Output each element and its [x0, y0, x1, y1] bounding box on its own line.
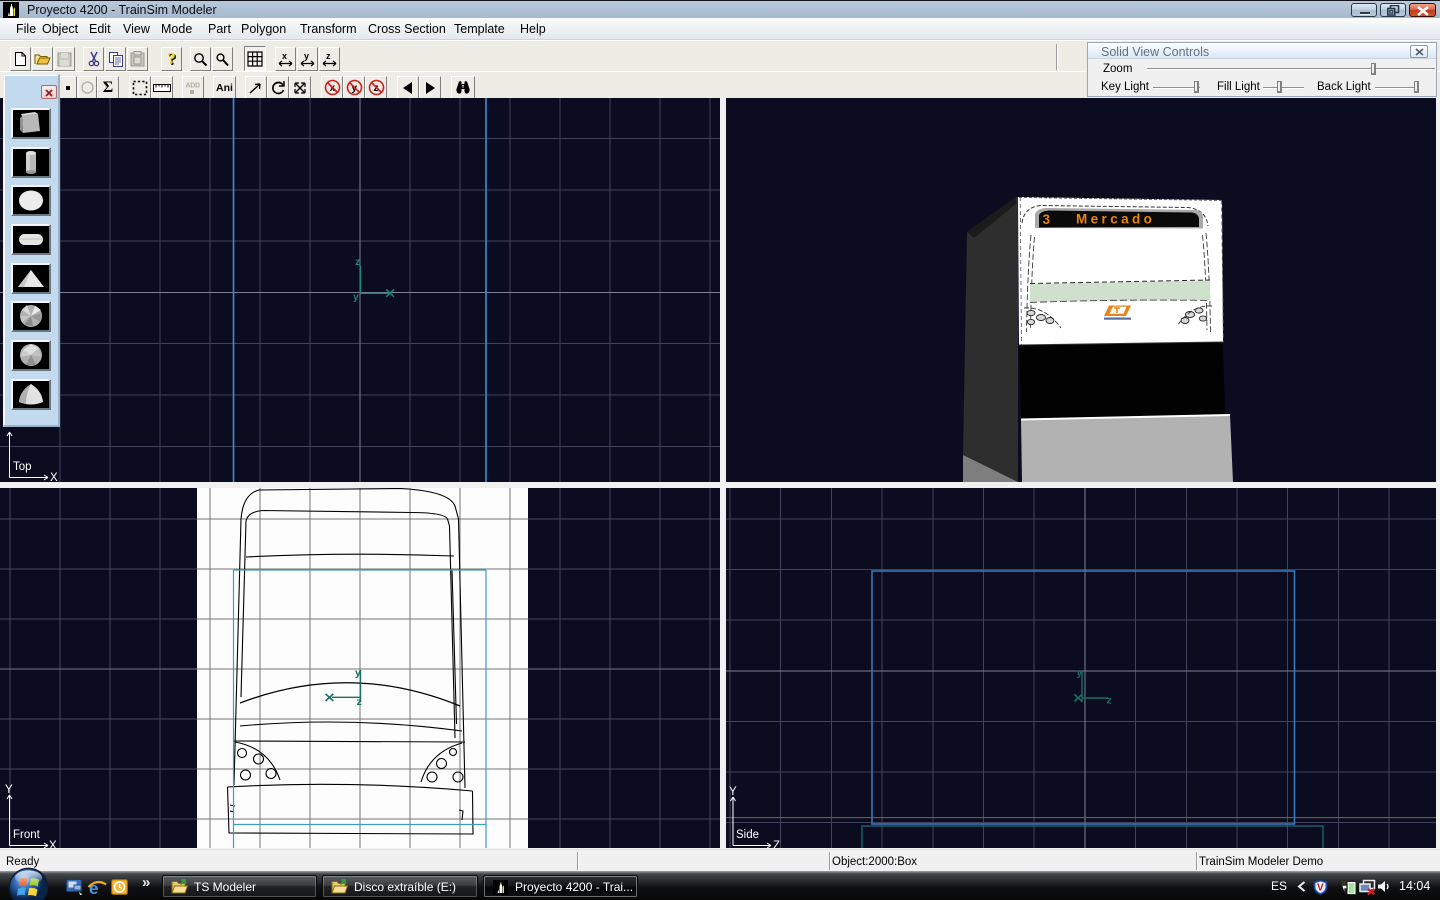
svg-text:Mercado: Mercado [1076, 212, 1155, 227]
svg-text:3: 3 [1043, 212, 1051, 227]
svg-text:X: X [50, 472, 58, 484]
svg-text:ADD: ADD [186, 82, 201, 89]
svg-text:Side: Side [736, 829, 759, 841]
svg-text:y: y [304, 51, 309, 61]
svg-text:V: V [1317, 883, 1324, 894]
svg-text:z: z [355, 256, 360, 268]
svg-text:z: z [357, 696, 362, 708]
svg-text:z: z [1107, 695, 1112, 707]
svg-text:Top: Top [13, 461, 32, 473]
svg-text:Y: Y [729, 786, 737, 798]
svg-text:y: y [355, 667, 361, 679]
svg-text:x: x [282, 51, 287, 61]
svg-text:X: X [49, 840, 57, 849]
svg-text:Y: Y [5, 784, 13, 796]
svg-text:y: y [353, 291, 359, 303]
svg-text:Front: Front [13, 829, 41, 841]
svg-text:y: y [1077, 667, 1083, 679]
svg-text:Z: Z [773, 840, 780, 849]
svg-text:z: z [326, 51, 331, 61]
